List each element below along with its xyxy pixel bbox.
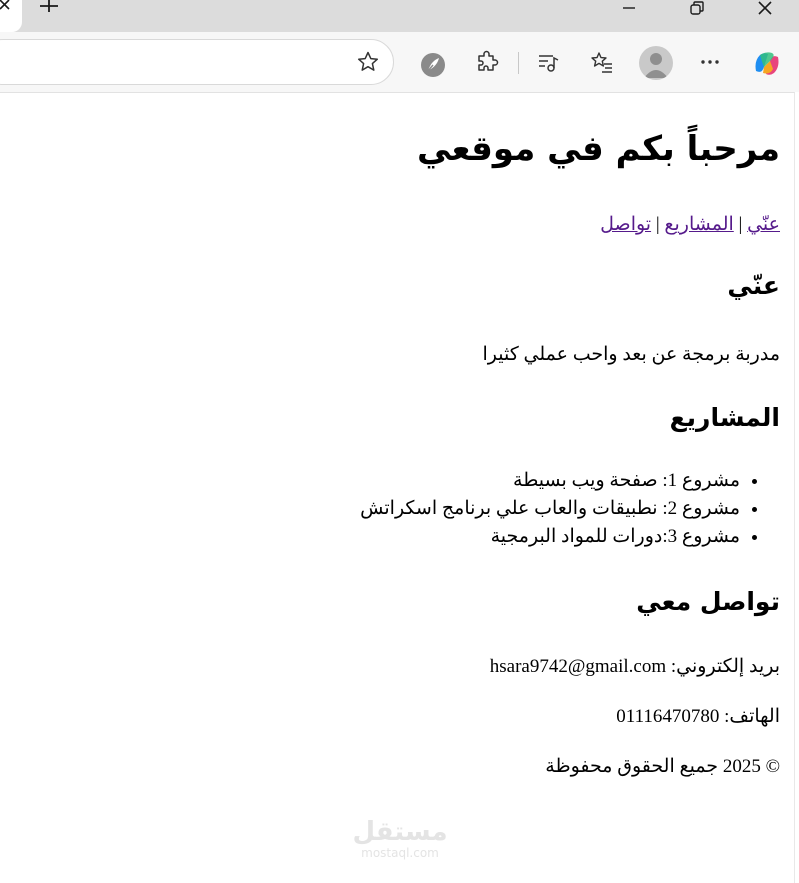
contact-heading: تواصل معي [636,587,780,616]
copyright-text: © 2025 جميع الحقوق محفوظة [545,756,780,777]
feather-pen-icon [421,53,445,77]
extensions-button[interactable] [469,44,505,80]
active-tab[interactable] [0,0,22,32]
nav-link-projects[interactable]: المشاريع [664,214,733,235]
projects-heading: المشاريع [669,403,780,432]
nav-links: عنّي | المشاريع | تواصل [600,213,780,236]
nav-separator: | [655,214,660,235]
media-music-icon [539,55,559,72]
copilot-button[interactable] [750,47,784,81]
close-window-button[interactable] [742,0,788,18]
nav-link-contact[interactable]: تواصل [600,214,651,235]
list-item: مشروع 3:دورات للمواد البرمجية [360,523,740,551]
contact-phone: الهاتف: 01116470780 [616,706,780,727]
favorite-star-button[interactable] [350,44,386,80]
toolbar-separator [518,52,519,74]
list-item: مشروع 1: صفحة ويب بسيطة [360,467,740,495]
favorites-list-icon [591,52,612,73]
nav-link-about[interactable]: عنّي [747,214,780,235]
copilot-icon [755,52,779,75]
minimize-icon [623,7,635,9]
profile-avatar[interactable] [639,46,673,80]
minimize-button[interactable] [606,0,652,18]
close-icon [758,1,772,15]
watermark: مستقل mostaql.com [350,817,450,859]
restore-icon [690,1,704,15]
about-heading: عنّي [727,271,780,300]
watermark-site: mostaql.com [361,846,439,860]
projects-list: مشروع 1: صفحة ويب بسيطة مشروع 2: نطبيقات… [360,467,780,551]
more-options-button[interactable] [692,44,728,80]
title-bar [0,0,799,32]
page-title: مرحباً بكم في موقعي [417,129,780,169]
new-tab-plus-icon[interactable] [36,0,62,18]
media-control-button[interactable] [530,44,566,80]
ellipsis-icon [701,60,719,64]
page-viewport: مرحباً بكم في موقعي عنّي | المشاريع | تو… [0,92,795,883]
browser-toolbar [0,32,799,92]
close-tab-icon[interactable] [0,0,14,18]
puzzle-piece-icon [478,50,499,71]
favorites-button[interactable] [584,44,620,80]
restore-button[interactable] [674,0,720,18]
watermark-brand: مستقل [352,817,448,847]
contact-email: بريد إلكتروني: hsara9742@gmail.com [489,656,780,677]
about-text: مدربة برمجة عن بعد واحب عملي كثيرا [482,344,780,365]
star-icon [357,51,379,71]
nav-separator: | [738,214,743,235]
list-item: مشروع 2: نطبيقات والعاب علي برنامج اسكرا… [360,495,740,523]
user-silhouette-icon [644,53,668,78]
tracking-prevention-button[interactable] [414,46,450,82]
address-bar[interactable] [0,39,394,85]
